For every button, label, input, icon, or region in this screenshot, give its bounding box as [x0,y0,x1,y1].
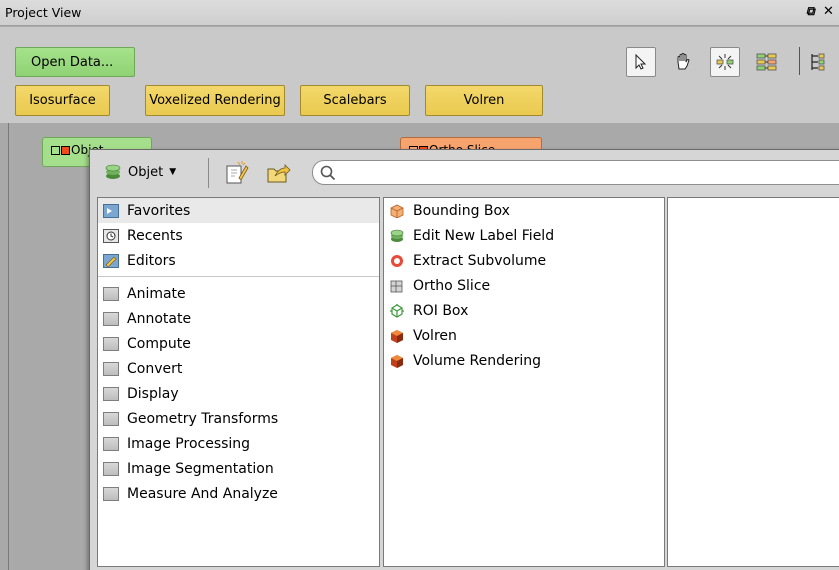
select-pointer-button[interactable] [626,47,656,77]
module-search-box[interactable] [312,160,839,185]
popup-toolbar-divider [208,158,209,188]
panel-titlebar: Project View ⧉ ✕ [0,0,839,26]
panel-title: Project View [5,5,82,20]
export-button[interactable] [265,160,291,186]
module-item-bounding-box[interactable]: Bounding Box [384,198,664,223]
category-divider [98,276,379,277]
module-list-pane: Bounding Box Edit New Label Field Extrac… [383,197,665,567]
category-label: Favorites [127,202,191,219]
module-label: Ortho Slice [413,277,491,294]
module-item-roi-box[interactable]: ROI Box [384,298,664,323]
details-pane [667,197,839,567]
object-popup-menu: Objet ▼ Favorites Recents Editors Animat… [89,149,839,570]
category-label: Display [127,385,179,402]
category-label: Annotate [127,310,192,327]
category-label: Convert [127,360,183,377]
roi-box-icon [390,303,404,318]
toolbar-divider [799,47,800,75]
category-label: Image Segmentation [127,460,274,477]
recents-icon [103,228,119,243]
category-label: Geometry Transforms [127,410,279,427]
module-scalebars-button[interactable]: Scalebars [300,85,410,116]
extract-subvolume-icon [391,254,403,267]
module-label: Bounding Box [413,202,510,219]
edit-favorites-button[interactable] [223,160,249,186]
object-green-icon [105,164,121,179]
module-item-volren[interactable]: Volren [384,323,664,348]
category-convert[interactable]: Convert [98,356,379,381]
folder-icon [103,486,119,501]
close-icon[interactable]: ✕ [823,4,834,19]
object-menu-label: Objet [128,164,164,180]
volren-icon [391,329,403,343]
project-toolbar: Open Data... Isosurface Voxelized Render… [0,27,839,123]
module-item-edit-new-label-field[interactable]: Edit New Label Field [384,223,664,248]
layout-button[interactable] [806,47,836,77]
chevron-down-icon: ▼ [169,167,177,177]
edit-document-icon [226,161,249,184]
module-isosurface-button[interactable]: Isosurface [15,85,110,116]
layout-icon [811,53,825,71]
bounding-box-icon [390,204,404,218]
module-item-volume-rendering[interactable]: Volume Rendering [384,348,664,373]
pointer-icon [635,53,647,70]
search-input[interactable] [341,164,839,181]
module-label: Volren [413,327,457,344]
tree-view-button[interactable] [752,47,782,77]
hand-icon [677,53,690,70]
category-image-processing[interactable]: Image Processing [98,431,379,456]
object-menu-button[interactable]: Objet ▼ [104,164,176,180]
auto-connect-button[interactable] [710,47,740,77]
folder-icon [103,411,119,426]
node-visibility-toggle-icon[interactable] [51,146,60,155]
module-label: Edit New Label Field [413,227,555,244]
popup-toolbar: Objet ▼ [90,150,839,196]
category-label: Recents [127,227,183,244]
folder-icon [103,311,119,326]
category-favorites[interactable]: Favorites [98,198,379,223]
pan-hand-button[interactable] [668,47,698,77]
open-data-button[interactable]: Open Data... [15,47,135,77]
volume-rendering-icon [391,354,403,368]
category-animate[interactable]: Animate [98,281,379,306]
folder-export-icon [267,164,291,183]
node-color-icon [61,146,70,155]
search-icon [320,165,336,181]
category-label: Measure And Analyze [127,485,278,502]
category-image-segmentation[interactable]: Image Segmentation [98,456,379,481]
graph-border [8,123,9,570]
category-label: Image Processing [127,435,251,452]
folder-icon [103,386,119,401]
module-label: Volume Rendering [413,352,542,369]
module-voxelized-rendering-button[interactable]: Voxelized Rendering [145,85,285,116]
category-annotate[interactable]: Annotate [98,306,379,331]
category-label: Editors [127,252,176,269]
module-item-extract-subvolume[interactable]: Extract Subvolume [384,248,664,273]
category-geometry-transforms[interactable]: Geometry Transforms [98,406,379,431]
module-volren-button[interactable]: Volren [425,85,543,116]
ortho-slice-icon [390,280,403,292]
category-recents[interactable]: Recents [98,223,379,248]
tree-view-icon [756,53,777,71]
module-label: Extract Subvolume [413,252,547,269]
category-label: Compute [127,335,191,352]
module-label: ROI Box [413,302,469,319]
favorites-folder-icon [103,203,119,218]
category-label: Animate [127,285,186,302]
category-editors[interactable]: Editors [98,248,379,273]
label-field-icon [390,229,404,242]
category-measure-and-analyze[interactable]: Measure And Analyze [98,481,379,506]
editors-icon [103,253,119,268]
category-display[interactable]: Display [98,381,379,406]
module-item-ortho-slice[interactable]: Ortho Slice [384,273,664,298]
float-window-icon[interactable]: ⧉ [806,4,815,19]
folder-icon [103,361,119,376]
category-list-pane: Favorites Recents Editors Animate Annota… [97,197,380,567]
folder-icon [103,436,119,451]
folder-icon [103,336,119,351]
auto-connect-icon [716,54,734,70]
folder-icon [103,286,119,301]
category-compute[interactable]: Compute [98,331,379,356]
folder-icon [103,461,119,476]
